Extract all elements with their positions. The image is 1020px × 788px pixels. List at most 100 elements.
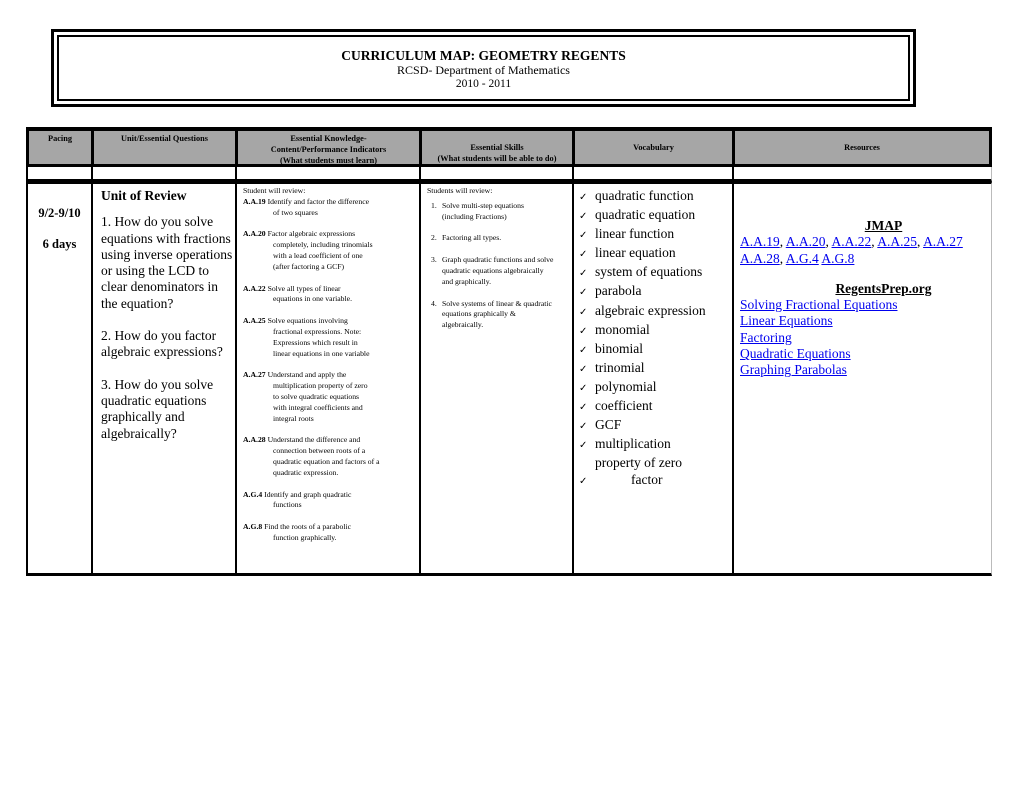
indicator-item: A.A.25 Solve equations involving fraction… — [243, 316, 415, 359]
jmap-link[interactable]: A.G.4 — [786, 251, 819, 266]
skills-list: 1. Solve multi-step equations (including … — [427, 201, 568, 331]
indicator-line: A.G.4 Identify and graph quadratic — [243, 489, 352, 499]
header-vocabulary-label: Vocabulary — [633, 143, 674, 152]
checkmark-icon: ✓ — [579, 192, 588, 203]
header-unit: Unit/Essential Questions — [91, 127, 235, 167]
regentsprep-link-row: Quadratic Equations — [740, 346, 987, 362]
document-title: CURRICULUM MAP: GEOMETRY REGENTS — [341, 48, 626, 63]
skill-text: Graph quadratic functions and solve quad… — [442, 255, 554, 286]
header-pacing-label: Pacing — [48, 134, 72, 143]
regentsprep-heading: RegentsPrep.org — [835, 280, 932, 296]
checkmark-icon: ✓ — [579, 268, 588, 280]
regentsprep-link[interactable]: Solving Fractional Equations — [740, 297, 898, 312]
vocabulary-item: ✓ trinomial — [579, 359, 732, 378]
header-resources-label: Resources — [844, 143, 880, 152]
jmap-link[interactable]: A.A.28 — [740, 251, 780, 266]
indicator-code: A.G.8 — [243, 522, 263, 532]
header-knowledge-line: Essential Knowledge- — [290, 134, 367, 143]
checkmark-icon: ✓ — [579, 230, 588, 242]
indicator-item: A.A.20 Factor algebraic expressions compl… — [243, 229, 415, 272]
vocabulary-item: ✓ linear function — [579, 225, 732, 244]
jmap-link[interactable]: A.A.22 — [832, 234, 872, 249]
header-vocabulary: Vocabulary — [572, 127, 732, 167]
jmap-link[interactable]: A.A.20 — [786, 234, 826, 249]
indicator-item: A.G.4 Identify and graph quadratic functi… — [243, 490, 415, 512]
vocabulary-item: ✓ algebraic expression — [579, 302, 732, 321]
blank-cell — [235, 167, 419, 182]
jmap-link-line: A.A.19, A.A.20, A.A.22, A.A.25, A.A.27 — [740, 234, 987, 250]
pacing-days: 6 days — [42, 237, 77, 251]
vocabulary-term: GCF — [595, 417, 622, 433]
regentsprep-link[interactable]: Quadratic Equations — [740, 346, 851, 361]
skills-cell: Students will review: 1. Solve multi-step… — [419, 182, 572, 576]
vocabulary-item: ✓ coefficient — [579, 397, 732, 416]
document-year: 2010 - 2011 — [455, 78, 512, 90]
indicator-item: A.A.19 Identify and factor the differenc… — [243, 197, 415, 219]
indicator-line: A.A.27 Understand and apply the — [243, 370, 347, 380]
jmap-link[interactable]: A.A.19 — [740, 234, 780, 249]
essential-question: 2. How do you factor algebraic expressio… — [101, 328, 223, 360]
indicator-code: A.G.4 — [243, 489, 263, 499]
jmap-link[interactable]: A.A.25 — [877, 234, 917, 249]
regentsprep-link[interactable]: Factoring — [740, 330, 792, 345]
vocabulary-term-continuation: property of zero — [595, 455, 682, 471]
indicator-line: quadratic equation and factors of a — [273, 456, 380, 466]
blank-cell — [572, 167, 732, 182]
document-subtitle: RCSD- Department of Mathematics — [397, 63, 570, 77]
vocabulary-item: ✓ binomial — [579, 340, 732, 359]
regentsprep-link[interactable]: Graphing Parabolas — [740, 362, 847, 377]
header-unit-label: Unit/Essential Questions — [121, 134, 208, 143]
indicator-line: functions — [273, 500, 302, 510]
indicator-code: A.A.22 — [243, 283, 266, 293]
checkmark-icon: ✓ — [579, 402, 588, 414]
header-pacing: Pacing — [26, 127, 91, 167]
checkmark-icon: ✓ — [579, 344, 588, 356]
resources-cell: JMAP A.A.19, A.A.20, A.A.22, A.A.25, A.A… — [732, 182, 992, 576]
regentsprep-link-row: Graphing Parabolas — [740, 362, 987, 378]
essential-question: 3. How do you solve quadratic equations … — [101, 376, 214, 441]
unit-cell: Unit of Review 1. How do you solve equat… — [91, 182, 235, 576]
indicator-line: multiplication property of zero — [273, 381, 368, 391]
indicator-line: A.A.20 Factor algebraic expressions — [243, 229, 356, 239]
checkmark-icon: ✓ — [579, 211, 588, 223]
vocabulary-term: multiplication — [595, 436, 671, 452]
indicator-line: fractional expressions. Note: — [273, 326, 362, 336]
blank-cell — [732, 167, 992, 182]
indicator-item: A.G.8 Find the roots of a parabolic funct… — [243, 522, 415, 544]
jmap-link-line: A.A.28, A.G.4 A.G.8 — [740, 251, 987, 267]
indicator-line: A.G.8 Find the roots of a parabolic — [243, 522, 352, 532]
skill-item: 3. Graph quadratic functions and solve qu… — [431, 255, 568, 287]
essential-question: 1. How do you solve equations with fract… — [101, 214, 233, 311]
checkmark-icon: ✓ — [579, 363, 588, 375]
skill-text: Solve systems of linear & quadratic equa… — [442, 298, 552, 330]
jmap-link[interactable]: A.G.8 — [821, 251, 854, 266]
vocabulary-item: ✓ quadratic function — [579, 187, 732, 206]
jmap-links: A.A.19, A.A.20, A.A.22, A.A.25, A.A.27 A.… — [740, 234, 987, 267]
indicator-line: integral roots — [273, 413, 314, 423]
vocabulary-item: ✓ monomial — [579, 321, 732, 340]
indicator-line: equations in one variable. — [273, 294, 352, 304]
checkmark-icon: ✓ — [579, 306, 588, 318]
pacing-dates: 9/2-9/10 — [38, 206, 81, 220]
indicator-code: A.A.27 — [243, 370, 266, 380]
skill-number: 1. — [431, 200, 437, 210]
header-knowledge-line: Content/Performance Indicators — [270, 145, 387, 154]
vocabulary-term: quadratic function — [595, 188, 694, 203]
skill-item: 2. Factoring all types. — [431, 233, 568, 244]
knowledge-cell: Student will review: A.A.19 Identify and… — [235, 182, 419, 576]
header-skills-line: (What students will be able to do) — [437, 154, 557, 163]
indicator-line: with a lead coefficient of one — [273, 250, 363, 260]
vocabulary-term: system of equations — [595, 264, 703, 280]
pacing-cell: 9/2-9/10 6 days — [26, 182, 91, 576]
indicator-item: A.A.22 Solve all types of linear equation… — [243, 284, 415, 306]
knowledge-intro: Student will review: — [243, 186, 306, 195]
indicator-line: connection between roots of a — [273, 446, 366, 456]
title-inner-frame: CURRICULUM MAP: GEOMETRY REGENTS RCSD- D… — [57, 35, 910, 101]
checkmark-icon: ✓ — [579, 421, 588, 433]
vocabulary-term: linear function — [595, 226, 675, 242]
regentsprep-link-row: Factoring — [740, 330, 987, 346]
indicator-line: A.A.22 Solve all types of linear — [243, 283, 341, 293]
regentsprep-link[interactable]: Linear Equations — [740, 313, 833, 328]
jmap-link[interactable]: A.A.27 — [923, 234, 963, 249]
header-resources: Resources — [732, 127, 992, 167]
